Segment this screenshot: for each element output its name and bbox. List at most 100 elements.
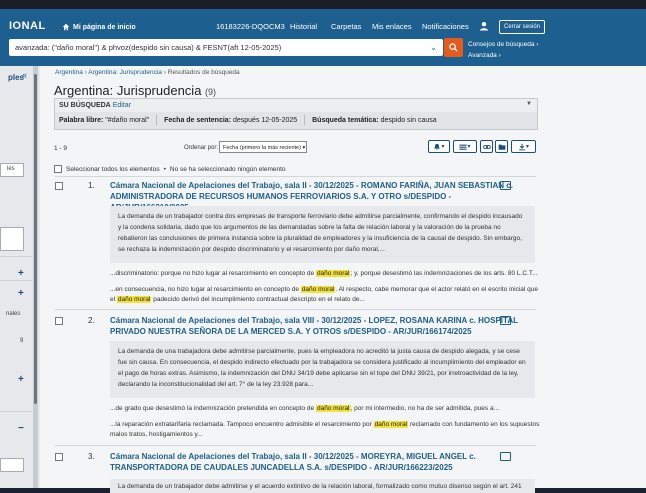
select-all-checkbox[interactable]: [54, 165, 62, 173]
advanced-search-link[interactable]: Avanzada ›: [468, 50, 538, 61]
document-preview-icon[interactable]: [500, 181, 511, 190]
divider: [156, 115, 158, 126]
search-highlight: daño moral: [300, 286, 336, 293]
result-snippet: ...de grado que desestimó la indemnizaci…: [110, 405, 500, 412]
result-title-link[interactable]: Cámara Nacional de Apelaciones del Traba…: [110, 451, 520, 473]
search-highlight: daño moral: [315, 270, 351, 277]
sort-value: Fecha (primero la más reciente): [223, 145, 301, 151]
document-preview-icon[interactable]: [500, 316, 511, 325]
filter-input[interactable]: les: [0, 163, 24, 177]
filter-label: nales: [6, 311, 21, 317]
edit-search-link[interactable]: Editar: [113, 102, 131, 109]
link-icon: [482, 144, 491, 149]
document-preview-icon[interactable]: [500, 452, 511, 461]
search-highlight: daño moral: [373, 421, 409, 428]
result-count: (9): [205, 87, 217, 97]
bell-icon: [434, 143, 441, 150]
filter-input[interactable]: [0, 458, 24, 472]
divider: [55, 445, 536, 446]
search-summary-panel: SU BÚSQUEDA Editar ▼ Palabra libre: "#da…: [54, 98, 538, 130]
topic-value: despido sin causa: [380, 117, 437, 124]
download-button[interactable]: ▾: [511, 140, 536, 153]
expand-plus-icon[interactable]: +: [18, 268, 24, 279]
result-title-link[interactable]: Cámara Nacional de Apelaciones del Traba…: [110, 315, 520, 337]
topic-label: Búsqueda temática:: [312, 117, 379, 124]
sort-select[interactable]: Fecha (primero la más reciente) ▾: [219, 141, 307, 153]
top-bar: IONAL Mi página de inicio 16183226-DQOCM…: [0, 0, 646, 66]
link-button[interactable]: [480, 140, 493, 153]
collapse-icon[interactable]: «: [22, 70, 27, 80]
chevron-down-icon[interactable]: ⌄: [430, 43, 437, 52]
search-button[interactable]: [444, 38, 463, 57]
divider: [304, 115, 306, 126]
alert-button[interactable]: ▾: [428, 140, 450, 153]
nav-mis-enlaces[interactable]: Mis enlaces: [372, 22, 412, 31]
filter-count: 9: [20, 338, 24, 344]
divider: [0, 411, 32, 412]
search-tips-link[interactable]: Consejos de búsqueda ›: [468, 39, 538, 50]
folder-button[interactable]: [495, 140, 508, 153]
selection-status: No se ha seleccionado ningún elemento: [169, 165, 286, 173]
result-number: 3.: [88, 452, 95, 461]
expand-plus-icon[interactable]: +: [18, 374, 24, 385]
nav-carpetas[interactable]: Carpetas: [331, 22, 361, 31]
result-summary: La demanda de un trabajador debe admitir…: [110, 479, 535, 493]
search-highlight: daño moral: [116, 296, 152, 303]
search-icon: [449, 43, 458, 52]
page-title: Argentina: Jurisprudencia (9): [54, 83, 216, 98]
main-content: Argentina › Argentina: Jurisprudencia › …: [40, 66, 646, 493]
divider: [0, 280, 32, 281]
filter-box[interactable]: [0, 227, 24, 251]
result-checkbox[interactable]: [55, 317, 63, 325]
select-all-label[interactable]: Seleccionar todos los elementos: [66, 166, 160, 173]
divider: [55, 309, 536, 310]
result-snippet: ...la reparación extratarifaria reclamad…: [110, 421, 540, 438]
window-strip: [0, 0, 646, 9]
search-summary-header: SU BÚSQUEDA Editar: [59, 102, 131, 109]
result-summary: La demanda de un trabajador contra dos e…: [110, 206, 535, 263]
logout-button[interactable]: Cerrar sesión: [499, 20, 546, 34]
home-link[interactable]: Mi página de inicio: [62, 23, 136, 31]
view-options-button[interactable]: ▾: [453, 140, 477, 153]
result-checkbox[interactable]: [55, 453, 63, 461]
filter-sidebar: ples « les + + nales 9 + −: [0, 66, 40, 488]
free-word-label: Palabra libre:: [59, 117, 104, 124]
collapse-minus-icon[interactable]: −: [18, 423, 24, 434]
result-snippet: ...discriminatorio: porque no hizo lugar…: [110, 270, 538, 277]
search-summary-title: SU BÚSQUEDA: [59, 102, 111, 109]
nav-historial[interactable]: Historial: [290, 22, 317, 31]
result-number: 1.: [88, 181, 95, 190]
home-link-label: Mi página de inicio: [73, 23, 136, 31]
brand-logo[interactable]: IONAL: [9, 20, 46, 32]
select-all-row: Seleccionar todos los elementos • No se …: [54, 165, 286, 173]
free-word-value: "#daño moral": [105, 117, 150, 124]
date-value: después 12-05-2025: [232, 117, 298, 124]
sidebar-scrollbar-thumb[interactable]: [34, 74, 37, 404]
page-title-text: Argentina: Jurisprudencia: [54, 83, 202, 98]
filter-input-text: les: [7, 166, 15, 172]
search-query: avanzada: ("daño moral") & phvoz(despido…: [15, 43, 282, 52]
folder-icon: [498, 144, 505, 150]
expand-plus-icon[interactable]: +: [18, 288, 24, 299]
search-input[interactable]: avanzada: ("daño moral") & phvoz(despido…: [9, 39, 443, 56]
account-id[interactable]: 16183226-DQOCM3: [216, 22, 285, 31]
breadcrumb-current: Resultados de búsqueda: [167, 69, 240, 76]
breadcrumb-argentina[interactable]: Argentina: [55, 69, 83, 76]
download-icon: [519, 143, 525, 150]
divider: [0, 256, 32, 257]
pagination-range: 1 - 9: [54, 145, 68, 152]
result-checkbox[interactable]: [55, 182, 63, 190]
chevron-down-icon[interactable]: ▼: [526, 101, 532, 107]
search-highlight: daño moral: [315, 405, 351, 412]
search-side-links: Consejos de búsqueda › Avanzada ›: [468, 39, 538, 61]
result-snippet: ...en consecuencia, no hizo lugar al res…: [110, 286, 539, 303]
nav-notificaciones[interactable]: Notificaciones: [422, 22, 469, 31]
result-number: 2.: [88, 316, 95, 325]
search-criteria-row: Palabra libre: "#daño moral" Fecha de se…: [55, 112, 537, 129]
breadcrumb-jurisprudencia[interactable]: Argentina: Jurisprudencia: [88, 69, 162, 76]
user-icon[interactable]: [479, 21, 489, 31]
separator-dot: •: [163, 165, 166, 173]
date-label: Fecha de sentencia:: [164, 117, 232, 124]
breadcrumb: Argentina › Argentina: Jurisprudencia › …: [55, 69, 240, 76]
list-view-icon: [459, 144, 468, 150]
